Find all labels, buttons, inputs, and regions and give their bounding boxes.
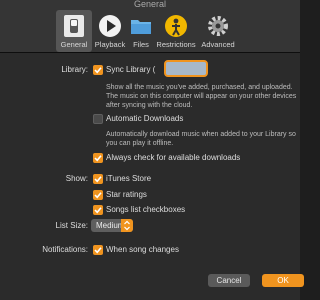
checkmark-icon <box>94 155 102 162</box>
restrictions-icon <box>165 15 187 37</box>
checkmark-icon <box>94 176 102 183</box>
songs-list-checkboxes-checkbox[interactable] <box>93 205 103 215</box>
tab-advanced-label: Advanced <box>201 40 235 49</box>
show-section-label: Show: <box>65 174 88 183</box>
always-check-downloads-label: Always check for available downloads <box>106 153 241 162</box>
checkmark-icon <box>94 247 102 254</box>
tab-general[interactable]: General <box>56 10 92 52</box>
tab-general-label: General <box>60 40 88 49</box>
notifications-label: Notifications: <box>42 245 88 254</box>
folder-icon <box>131 20 151 34</box>
sync-library-label: Sync Library ( <box>106 65 156 74</box>
always-check-downloads-checkbox[interactable] <box>93 153 103 163</box>
tab-restrictions[interactable]: Restrictions <box>154 10 198 52</box>
automatic-downloads-label: Automatic Downloads <box>106 114 184 123</box>
automatic-downloads-checkbox[interactable] <box>93 114 103 124</box>
general-switch-icon <box>64 15 84 37</box>
checkmark-icon <box>94 207 102 214</box>
tab-restrictions-label: Restrictions <box>156 40 196 49</box>
sync-library-description: Show all the music you've added, purchas… <box>106 84 297 109</box>
itunes-store-checkbox[interactable] <box>93 174 103 184</box>
preferences-toolbar: General Playback Files Restrictions Adva… <box>0 10 300 53</box>
tab-files[interactable]: Files <box>128 10 154 52</box>
ok-button[interactable]: OK <box>262 274 304 287</box>
star-ratings-label: Star ratings <box>106 190 147 199</box>
itunes-store-label: iTunes Store <box>106 174 152 183</box>
list-size-popup[interactable]: Medium <box>91 219 133 232</box>
tab-advanced[interactable]: Advanced <box>198 10 238 52</box>
star-ratings-checkbox[interactable] <box>93 190 103 200</box>
cancel-button[interactable]: Cancel <box>208 274 250 287</box>
songs-list-checkboxes-label: Songs list checkboxes <box>106 205 186 214</box>
popup-arrows-icon <box>121 219 133 232</box>
checkmark-icon <box>94 67 102 74</box>
tab-files-label: Files <box>133 40 149 49</box>
song-changes-label: When song changes <box>106 245 179 254</box>
list-size-label: List Size: <box>55 221 88 230</box>
window-title: General <box>133 0 167 9</box>
play-icon <box>99 15 121 37</box>
gear-icon <box>208 16 228 36</box>
automatic-downloads-description: Automatically download music when added … <box>106 131 296 147</box>
sync-library-checkbox[interactable] <box>93 65 103 75</box>
library-section-label: Library: <box>61 65 88 74</box>
title-bar: General <box>0 0 300 10</box>
tab-playback[interactable]: Playback <box>92 10 128 52</box>
song-changes-checkbox[interactable] <box>93 245 103 255</box>
checkmark-icon <box>94 192 102 199</box>
sync-library-account-field[interactable] <box>164 60 208 77</box>
tab-playback-label: Playback <box>94 40 126 49</box>
